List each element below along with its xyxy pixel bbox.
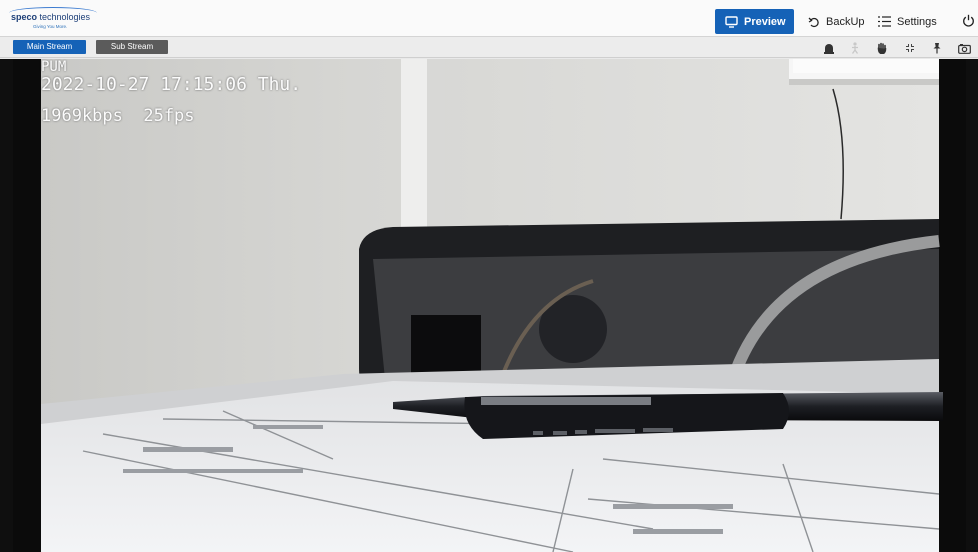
nav-backup-label: BackUp [826,15,865,28]
stream-toolbar: Main Stream Sub Stream [0,37,978,58]
main-stream-button[interactable]: Main Stream [13,40,86,54]
logo-brand: speco technologies [11,12,91,22]
power-button[interactable] [962,9,976,34]
nav-settings[interactable]: Settings [876,9,954,34]
live-video-view[interactable]: PUM 2022-10-27 17:15:06 Thu. 1969kbps 25… [13,59,966,552]
osd-channel-name: PUM [41,59,67,75]
camera-frame [13,59,966,552]
alarm-icon[interactable] [822,42,836,54]
osd-datetime: 2022-10-27 17:15:06 Thu. [41,74,302,95]
top-bar: speco technologies Giving You More. Prev… [0,0,978,37]
sub-stream-button[interactable]: Sub Stream [96,40,168,54]
nav-preview-label: Preview [744,15,786,28]
fullscreen-icon[interactable] [903,42,917,54]
speco-logo: speco technologies Giving You More. [7,7,99,33]
video-border-left [0,59,13,552]
pin-icon[interactable] [930,42,944,54]
undo-icon [808,16,820,28]
nav-backup[interactable]: BackUp [808,9,870,34]
video-border-right [966,59,978,552]
hand-icon[interactable] [875,42,889,54]
nav-preview[interactable]: Preview [715,9,794,34]
monitor-icon [725,15,738,28]
osd-bitrate-fps: 1969kbps 25fps [41,106,195,126]
power-icon [962,14,975,30]
list-icon [878,16,891,27]
person-icon[interactable] [848,42,862,54]
logo-tagline: Giving You More. [33,24,68,29]
snapshot-icon[interactable] [957,42,971,54]
nav-settings-label: Settings [897,15,937,28]
